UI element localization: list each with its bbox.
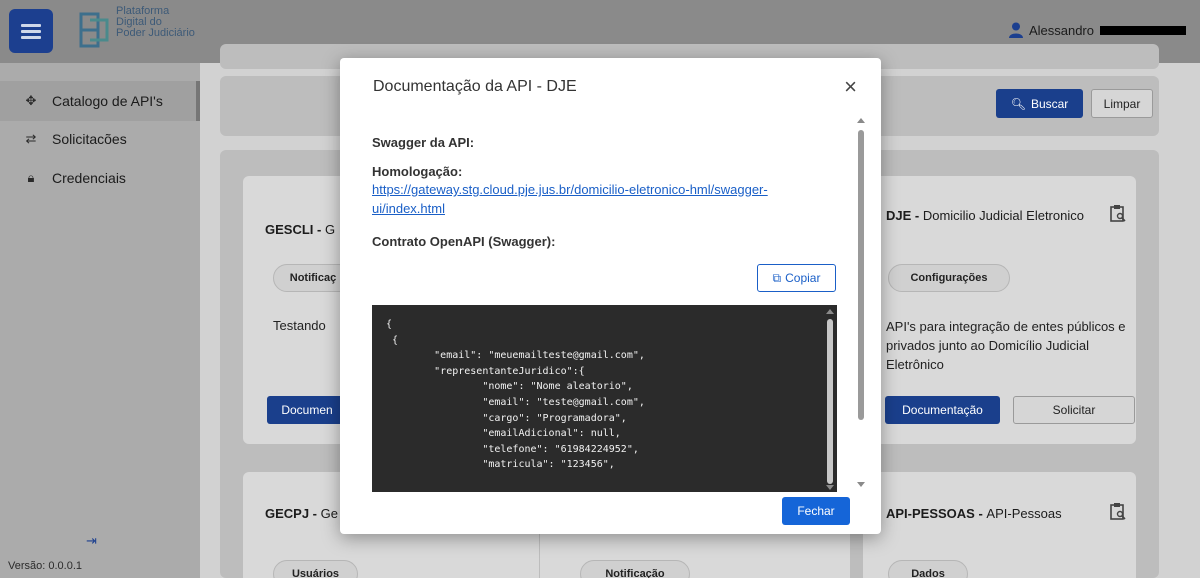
- scroll-up-icon[interactable]: [857, 118, 865, 123]
- card-name: G: [324, 222, 336, 237]
- logo-icon: [79, 12, 109, 48]
- card-title: API-PESSOAS - API-Pessoas: [886, 506, 1062, 521]
- clipboard-search-icon[interactable]: [1110, 204, 1126, 222]
- documentacao-button[interactable]: Documen: [267, 396, 347, 424]
- sidebar: ✥ Catalogo de API's ⇄ Solicitacões 🔒︎ Cr…: [0, 63, 200, 578]
- card-code: DJE -: [886, 208, 923, 223]
- copy-icon: ⧉: [772, 270, 782, 285]
- code-block[interactable]: { { "email": "meuemailteste@gmail.com", …: [372, 305, 837, 492]
- card-title: GESCLI - G: [265, 222, 335, 237]
- api-card-api-pessoas: API-PESSOAS - API-Pessoas Dados: [863, 472, 1136, 578]
- card-name: Ge: [320, 506, 338, 521]
- close-icon[interactable]: ×: [844, 76, 857, 98]
- card-title: GECPJ - Ge: [265, 506, 338, 521]
- version-label: Versão: 0.0.0.1: [8, 560, 82, 572]
- fechar-button[interactable]: Fechar: [782, 497, 850, 525]
- sidebar-item-label: Solicitacões: [52, 131, 127, 147]
- logo-text: Plataforma Digital do Poder Judiciário: [116, 6, 195, 39]
- card-code: API-PESSOAS -: [886, 506, 987, 521]
- collapse-sidebar-icon[interactable]: ⇥: [86, 533, 100, 548]
- limpar-label: Limpar: [1103, 96, 1141, 111]
- homologacao-label: Homologação:: [372, 164, 463, 179]
- lock-icon: 🔒︎: [27, 170, 35, 185]
- card-description: Testando: [273, 318, 326, 333]
- documentation-modal: Documentação da API - DJE × Swagger da A…: [340, 58, 881, 534]
- sidebar-item-label: Credenciais: [52, 170, 126, 186]
- scroll-thumb[interactable]: [858, 130, 864, 420]
- user-name: Alessandro: [1028, 22, 1094, 38]
- limpar-button[interactable]: Limpar: [1091, 89, 1153, 118]
- card-code: GECPJ -: [265, 506, 321, 521]
- tag-chip: Dados: [888, 560, 968, 578]
- modal-scrollbar[interactable]: [856, 118, 866, 494]
- compare-icon: ⇄: [25, 131, 37, 146]
- sidebar-item-credenciais[interactable]: 🔒︎ Credenciais: [0, 158, 200, 198]
- redacted-name: [1100, 25, 1186, 35]
- logo-line-3: Poder Judiciário: [116, 27, 195, 39]
- scroll-down-icon[interactable]: [826, 485, 834, 490]
- clipboard-search-icon[interactable]: [1110, 502, 1126, 520]
- sidebar-item-catalogo[interactable]: ✥ Catalogo de API's: [0, 81, 200, 121]
- card-name: Domicilio Judicial Eletronico: [922, 208, 1084, 223]
- buscar-label: Buscar: [1030, 96, 1069, 111]
- api-card-dje: DJE - Domicilio Judicial Eletronico Conf…: [863, 176, 1136, 444]
- copiar-label: Copiar: [785, 271, 821, 285]
- card-description: API's para integração de entes públicos …: [886, 319, 1126, 372]
- hamburger-icon: [21, 24, 41, 39]
- move-arrows-icon: ✥: [25, 93, 37, 108]
- swagger-label: Swagger da API:: [372, 135, 475, 150]
- scroll-down-icon[interactable]: [857, 482, 865, 487]
- tag-chip: Configurações: [888, 264, 1010, 292]
- card-code: GESCLI -: [265, 222, 325, 237]
- sidebar-item-solicitacoes[interactable]: ⇄ Solicitacões: [0, 119, 200, 159]
- menu-button[interactable]: [9, 9, 53, 53]
- card-title: DJE - Domicilio Judicial Eletronico: [886, 208, 1084, 223]
- tag-chip: Notificação: [580, 560, 690, 578]
- tag-chip: Usuários: [273, 560, 358, 578]
- copiar-button[interactable]: ⧉ Copiar: [757, 264, 836, 292]
- modal-title: Documentação da API - DJE: [373, 78, 577, 95]
- card-name: API-Pessoas: [986, 506, 1062, 521]
- code-text: { { "email": "meuemailteste@gmail.com", …: [386, 319, 645, 471]
- homologacao-link[interactable]: https://gateway.stg.cloud.pje.jus.br/dom…: [372, 180, 812, 218]
- code-scrollbar[interactable]: [825, 307, 835, 490]
- user-icon: [1008, 22, 1023, 38]
- scroll-thumb[interactable]: [827, 319, 833, 484]
- search-icon: 🔍︎: [1010, 96, 1026, 111]
- buscar-button[interactable]: 🔍︎ Buscar: [996, 89, 1083, 118]
- contract-label: Contrato OpenAPI (Swagger):: [372, 234, 556, 249]
- scroll-up-icon[interactable]: [826, 309, 834, 314]
- documentacao-button[interactable]: Documentação: [885, 396, 1000, 424]
- solicitar-button[interactable]: Solicitar: [1013, 396, 1135, 424]
- sidebar-item-label: Catalogo de API's: [52, 93, 163, 109]
- user-menu[interactable]: Alessandro: [1008, 22, 1186, 38]
